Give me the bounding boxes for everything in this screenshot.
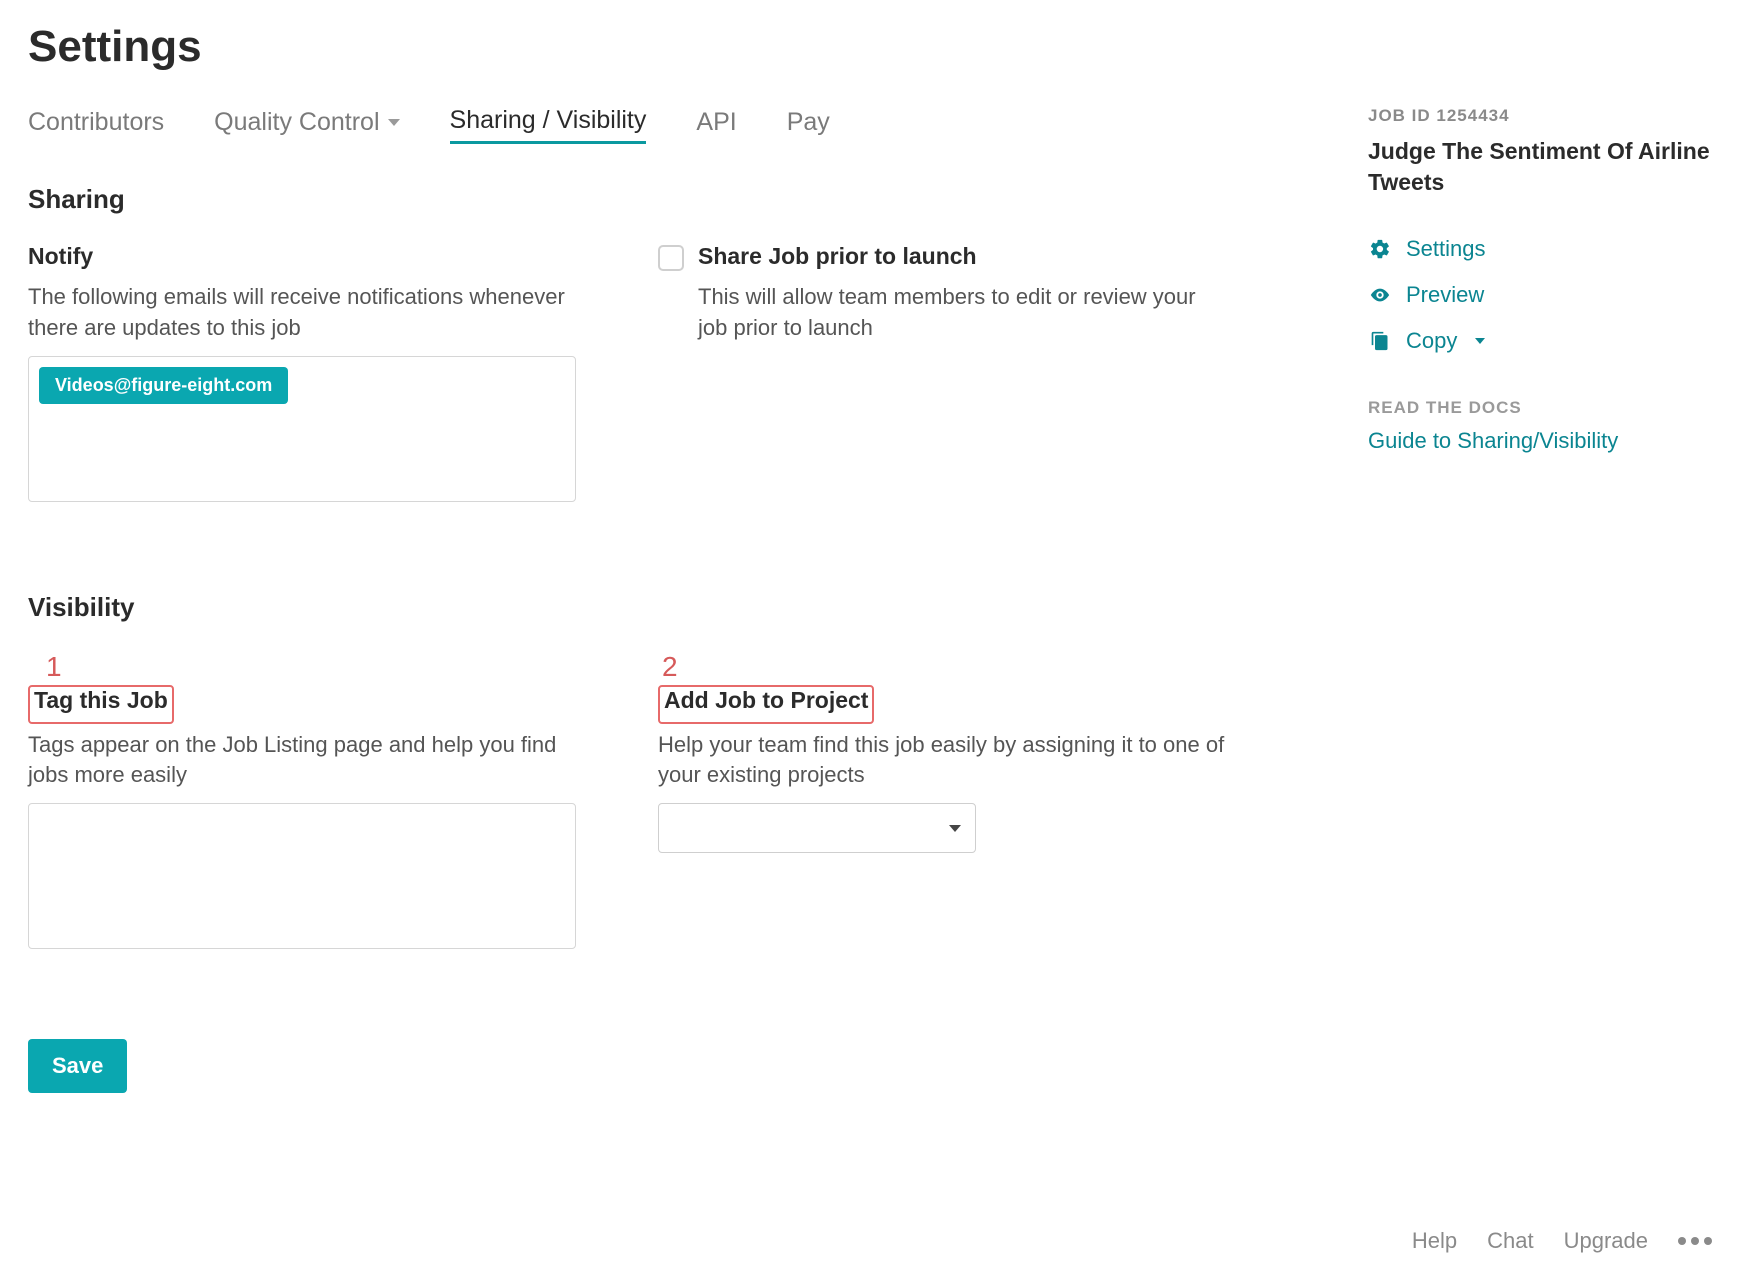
share-prior-desc: This will allow team members to edit or … bbox=[698, 282, 1228, 344]
project-select[interactable] bbox=[658, 803, 976, 853]
callout-highlight-tag-job: Tag this Job bbox=[28, 685, 174, 724]
sidebar-link-preview[interactable]: Preview bbox=[1368, 272, 1718, 318]
docs-heading: READ THE DOCS bbox=[1368, 398, 1718, 418]
sidebar-link-preview-label: Preview bbox=[1406, 282, 1484, 308]
footer-help-link[interactable]: Help bbox=[1412, 1228, 1457, 1254]
job-id-label: JOB ID 1254434 bbox=[1368, 106, 1718, 126]
tab-sharing-visibility[interactable]: Sharing / Visibility bbox=[450, 106, 647, 144]
tab-contributors[interactable]: Contributors bbox=[28, 108, 164, 143]
notify-email-input[interactable]: Videos@figure-eight.com bbox=[28, 356, 576, 502]
tab-quality-control[interactable]: Quality Control bbox=[214, 108, 399, 143]
tab-api[interactable]: API bbox=[696, 108, 736, 143]
footer-upgrade-link[interactable]: Upgrade bbox=[1564, 1228, 1648, 1254]
section-sharing: Sharing Notify The following emails will… bbox=[28, 184, 1308, 502]
callout-number-2: 2 bbox=[662, 651, 1228, 683]
job-title: Judge The Sentiment Of Airline Tweets bbox=[1368, 136, 1718, 198]
gear-icon bbox=[1368, 237, 1392, 261]
footer-chat-link[interactable]: Chat bbox=[1487, 1228, 1533, 1254]
email-chip[interactable]: Videos@figure-eight.com bbox=[39, 367, 288, 404]
footer: Help Chat Upgrade bbox=[1412, 1228, 1712, 1254]
tag-job-desc: Tags appear on the Job Listing page and … bbox=[28, 730, 598, 792]
add-project-desc: Help your team find this job easily by a… bbox=[658, 730, 1228, 792]
tag-job-input[interactable] bbox=[28, 803, 576, 949]
settings-tabs: Contributors Quality Control Sharing / V… bbox=[28, 106, 1308, 144]
save-button[interactable]: Save bbox=[28, 1039, 127, 1093]
eye-icon bbox=[1368, 283, 1392, 307]
share-prior-checkbox[interactable] bbox=[658, 245, 684, 271]
page-title: Settings bbox=[28, 22, 1718, 72]
tab-quality-control-label: Quality Control bbox=[214, 108, 379, 137]
share-prior-title: Share Job prior to launch bbox=[698, 243, 977, 270]
section-visibility: Visibility 1 Tag this Job Tags appear on… bbox=[28, 592, 1308, 950]
copy-icon bbox=[1368, 329, 1392, 353]
sidebar-link-copy[interactable]: Copy bbox=[1368, 318, 1718, 364]
more-menu-icon[interactable] bbox=[1678, 1237, 1712, 1245]
caret-down-icon bbox=[1475, 338, 1485, 344]
callout-highlight-add-project: Add Job to Project bbox=[658, 685, 874, 724]
docs-link-sharing-visibility[interactable]: Guide to Sharing/Visibility bbox=[1368, 428, 1718, 454]
sidebar: JOB ID 1254434 Judge The Sentiment Of Ai… bbox=[1368, 106, 1718, 1093]
sidebar-link-settings[interactable]: Settings bbox=[1368, 226, 1718, 272]
tag-job-title: Tag this Job bbox=[34, 687, 168, 714]
visibility-heading: Visibility bbox=[28, 592, 1308, 623]
notify-desc: The following emails will receive notifi… bbox=[28, 282, 598, 344]
sharing-heading: Sharing bbox=[28, 184, 1308, 215]
callout-number-1: 1 bbox=[46, 651, 598, 683]
add-project-title: Add Job to Project bbox=[664, 687, 868, 714]
sidebar-link-settings-label: Settings bbox=[1406, 236, 1486, 262]
caret-down-icon bbox=[949, 825, 961, 832]
tab-pay[interactable]: Pay bbox=[787, 108, 830, 143]
chevron-down-icon bbox=[388, 119, 400, 126]
notify-title: Notify bbox=[28, 243, 93, 270]
sidebar-link-copy-label: Copy bbox=[1406, 328, 1457, 354]
